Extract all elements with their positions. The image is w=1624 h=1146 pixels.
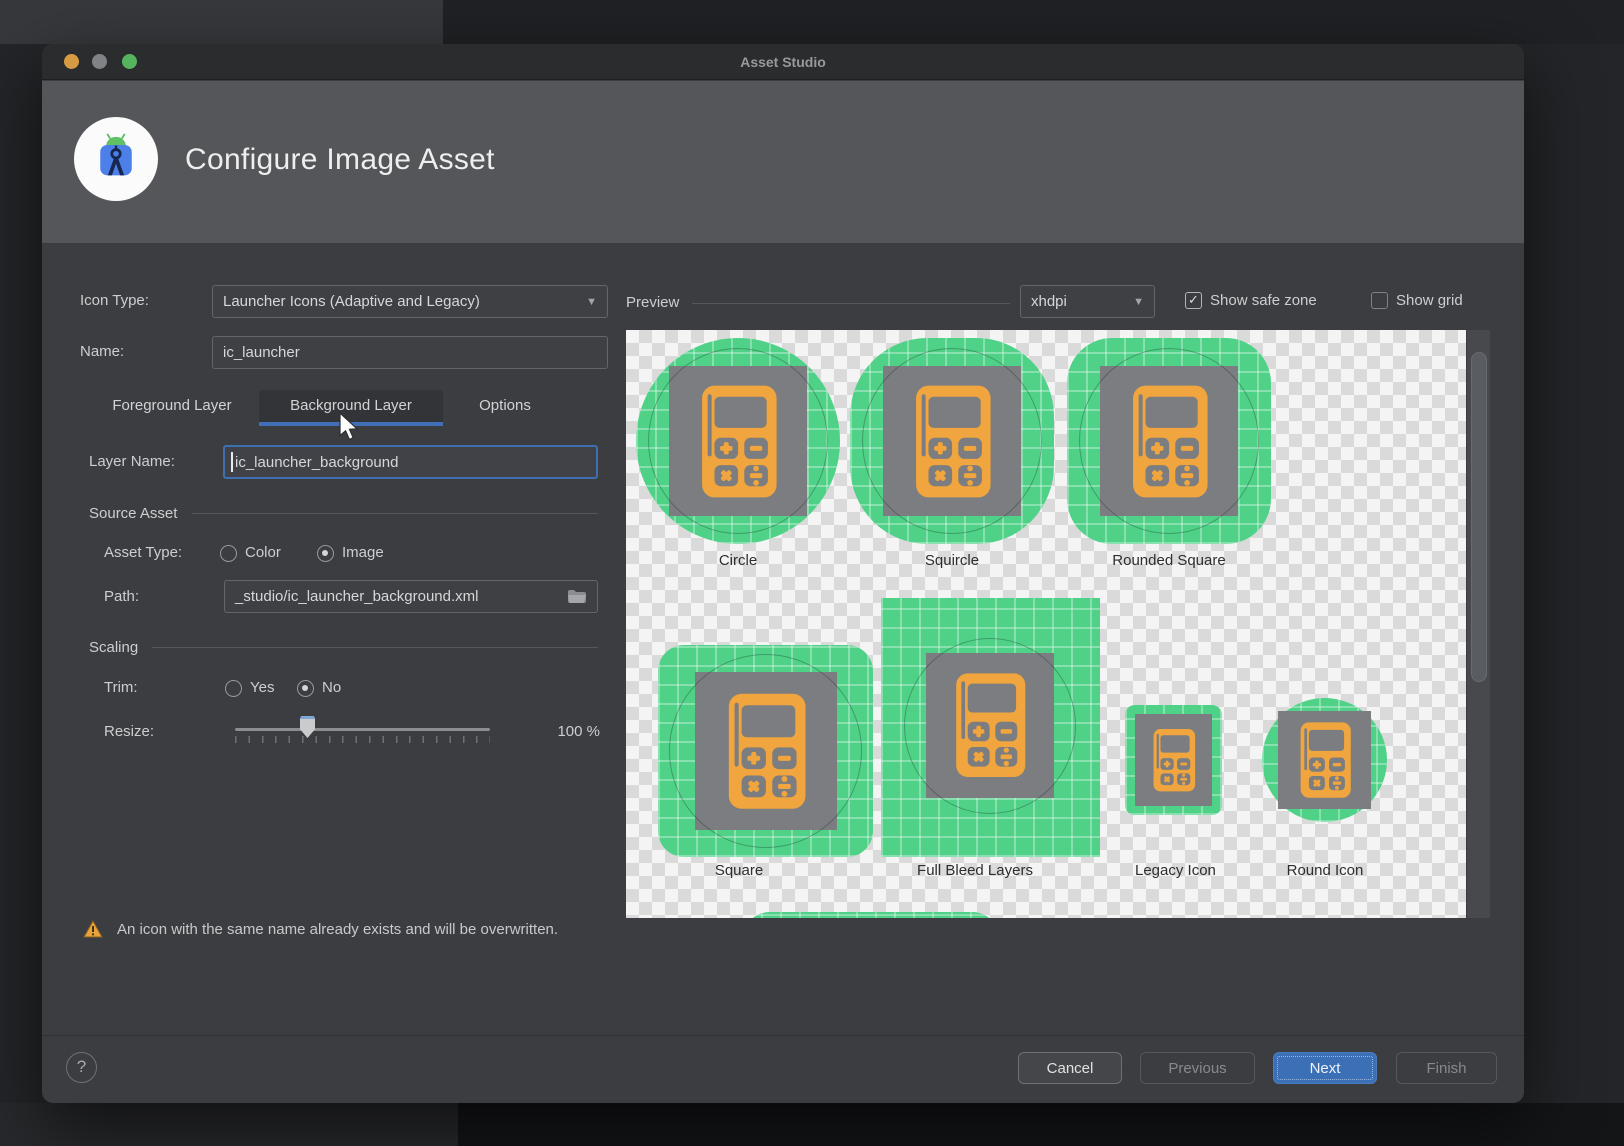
calculator-icon bbox=[1139, 717, 1208, 803]
tile-label: Squircle bbox=[924, 552, 980, 569]
resize-slider-track[interactable] bbox=[235, 728, 490, 731]
folder-icon[interactable] bbox=[567, 589, 587, 604]
window-zoom-button[interactable] bbox=[122, 54, 137, 69]
preview-tile-legacy bbox=[1125, 705, 1222, 815]
warning-message: An icon with the same name already exist… bbox=[117, 921, 559, 938]
name-label: Name: bbox=[80, 343, 125, 360]
layer-name-input[interactable] bbox=[223, 445, 598, 479]
tile-label: Square bbox=[714, 862, 764, 879]
chevron-down-icon: ▼ bbox=[586, 295, 597, 308]
asset-type-image-label[interactable]: Image bbox=[342, 544, 384, 561]
divider bbox=[692, 303, 1010, 304]
desktop-background-bottom-right bbox=[458, 1103, 1624, 1146]
tile-label: Full Bleed Layers bbox=[917, 862, 1033, 879]
resize-slider-handle[interactable] bbox=[300, 716, 315, 738]
previous-button[interactable]: Previous bbox=[1140, 1052, 1255, 1084]
tile-label: Rounded Square bbox=[1112, 552, 1226, 569]
asset-studio-dialog: Asset Studio Configure Image Asset Icon … bbox=[42, 44, 1524, 1103]
show-safe-zone-label[interactable]: Show safe zone bbox=[1210, 292, 1317, 309]
resize-slider-ticks bbox=[235, 736, 490, 743]
show-grid-checkbox[interactable] bbox=[1371, 292, 1388, 309]
preview-tile-circle bbox=[636, 338, 840, 544]
show-safe-zone-checkbox[interactable]: ✓ bbox=[1185, 292, 1202, 309]
warning-icon bbox=[83, 920, 103, 938]
preview-tile-rounded-square bbox=[1067, 338, 1271, 544]
divider bbox=[42, 1035, 1524, 1036]
trim-radio-yes[interactable] bbox=[225, 680, 242, 697]
preview-scrollbar-thumb[interactable] bbox=[1471, 352, 1487, 682]
trim-label: Trim: bbox=[104, 679, 138, 696]
text-caret bbox=[231, 452, 233, 472]
preview-scrollbar[interactable] bbox=[1466, 330, 1490, 918]
window-minimize-button[interactable] bbox=[92, 54, 107, 69]
tile-label: Round Icon bbox=[1286, 862, 1364, 879]
tile-label: Legacy Icon bbox=[1135, 862, 1216, 879]
source-asset-section-label: Source Asset bbox=[89, 505, 178, 522]
asset-type-label: Asset Type: bbox=[104, 544, 183, 561]
preview-tile-squircle bbox=[850, 338, 1054, 544]
density-select[interactable]: xhdpi ▼ bbox=[1020, 285, 1155, 318]
layer-name-label: Layer Name: bbox=[89, 453, 175, 470]
density-value: xhdpi bbox=[1031, 293, 1067, 310]
android-studio-logo-icon bbox=[74, 117, 158, 201]
divider bbox=[152, 647, 598, 648]
dialog-header: Configure Image Asset bbox=[42, 81, 1524, 243]
title-bar: Asset Studio bbox=[42, 44, 1524, 80]
window-close-button[interactable] bbox=[64, 54, 79, 69]
cancel-button[interactable]: Cancel bbox=[1018, 1052, 1122, 1084]
calculator-icon bbox=[1283, 714, 1367, 806]
resize-value: 100 % bbox=[557, 723, 600, 740]
trim-yes-label[interactable]: Yes bbox=[250, 679, 274, 696]
preview-panel: Circle Squircle Rounded Square Square Fu… bbox=[626, 330, 1490, 918]
path-value: _studio/ic_launcher_background.xml bbox=[235, 588, 479, 605]
tab-options[interactable]: Options bbox=[455, 390, 555, 422]
show-grid-label[interactable]: Show grid bbox=[1396, 292, 1463, 309]
window-title: Asset Studio bbox=[740, 54, 826, 70]
checkmark-icon: ✓ bbox=[1188, 292, 1199, 307]
chevron-down-icon: ▼ bbox=[1133, 295, 1144, 308]
trim-no-label[interactable]: No bbox=[322, 679, 341, 696]
resize-label: Resize: bbox=[104, 723, 155, 740]
preview-section-label: Preview bbox=[626, 294, 680, 311]
path-label: Path: bbox=[104, 588, 140, 605]
icon-type-select[interactable]: Launcher Icons (Adaptive and Legacy) ▼ bbox=[212, 285, 608, 318]
help-button[interactable]: ? bbox=[66, 1052, 97, 1083]
trim-radio-no[interactable] bbox=[297, 680, 314, 697]
asset-type-radio-image[interactable] bbox=[317, 545, 334, 562]
icon-type-label: Icon Type: bbox=[80, 292, 149, 309]
asset-type-radio-color[interactable] bbox=[220, 545, 237, 562]
desktop-background-top-left bbox=[0, 0, 443, 44]
name-input[interactable] bbox=[212, 336, 608, 369]
preview-tile-partial bbox=[742, 912, 1000, 918]
divider bbox=[192, 513, 598, 514]
desktop-background-top-right bbox=[443, 0, 1624, 44]
preview-tile-full-bleed bbox=[881, 598, 1100, 857]
tile-label: Circle bbox=[718, 552, 758, 569]
preview-tile-round bbox=[1262, 698, 1387, 822]
path-input[interactable]: _studio/ic_launcher_background.xml bbox=[224, 580, 598, 613]
tab-foreground-layer[interactable]: Foreground Layer bbox=[97, 390, 247, 422]
asset-type-color-label[interactable]: Color bbox=[245, 544, 281, 561]
desktop-background-bottom-left bbox=[0, 1103, 458, 1146]
finish-button[interactable]: Finish bbox=[1396, 1052, 1497, 1084]
scaling-section-label: Scaling bbox=[89, 639, 139, 656]
mouse-cursor bbox=[339, 412, 359, 441]
preview-tile-square bbox=[658, 645, 873, 857]
next-button[interactable]: Next bbox=[1273, 1052, 1377, 1084]
page-title: Configure Image Asset bbox=[185, 143, 495, 176]
icon-type-value: Launcher Icons (Adaptive and Legacy) bbox=[223, 293, 480, 310]
